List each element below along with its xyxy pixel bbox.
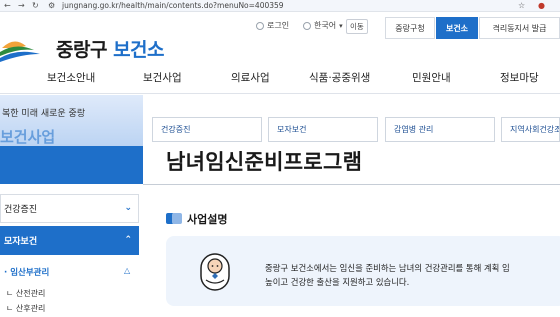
- description-line-1: 중랑구 보건소에서는 임신을 준비하는 남녀의 건강관리를 통해 계획 임: [265, 263, 510, 273]
- sidebar-item-maternal-child-health[interactable]: 모자보건 ⌃: [0, 226, 139, 255]
- sidebar-sub-prenatal-care[interactable]: ㄴ 산전관리: [6, 288, 45, 299]
- reload-icon[interactable]: ↻: [32, 1, 39, 10]
- content-tab-maternal-child[interactable]: 모자보건: [268, 117, 378, 142]
- section-bullet-icon: [166, 213, 182, 224]
- sidebar-item-label: 모자보건: [4, 237, 38, 247]
- login-label: 로그인: [267, 21, 290, 30]
- site-info-icon[interactable]: ⚙: [48, 1, 55, 10]
- sidebar-item-health-promotion[interactable]: 건강증진 ⌄: [0, 194, 139, 223]
- gnb-medical-projects[interactable]: 의료사업: [231, 70, 270, 85]
- back-icon[interactable]: ←: [4, 1, 11, 10]
- logo-sub: 보건소: [113, 39, 165, 61]
- sidebar-sub-postnatal-care[interactable]: ㄴ 산후관리: [6, 303, 45, 314]
- sidebar-hero: 복한 미래 새로운 중랑 보건사업: [0, 95, 143, 146]
- content-tab-health-promotion[interactable]: 건강증진: [152, 117, 262, 142]
- bookmark-star-icon[interactable]: ☆: [518, 1, 525, 10]
- baby-icon: [200, 253, 230, 291]
- chevron-down-icon: ▾: [339, 21, 343, 30]
- sidebar-item-label: 건강증진: [4, 205, 38, 215]
- globe-icon: [303, 21, 311, 30]
- language-go-button[interactable]: 이동: [346, 19, 368, 34]
- forward-icon[interactable]: →: [18, 1, 25, 10]
- gnb-health-projects[interactable]: 보건사업: [143, 70, 182, 85]
- language-select[interactable]: 한국어 ▾: [303, 20, 343, 31]
- content-tab-community-health[interactable]: 지역사회건강조: [501, 117, 560, 142]
- sidebar-title-bar: [0, 146, 143, 184]
- sidebar-slogan: 복한 미래 새로운 중랑: [2, 109, 86, 119]
- language-label: 한국어: [314, 21, 337, 30]
- login-link[interactable]: 로그인: [256, 20, 289, 31]
- content-tab-infectious-disease[interactable]: 감염병 관리: [385, 117, 495, 142]
- chevron-up-icon: ⌃: [124, 235, 132, 245]
- gnb-info-square[interactable]: 정보마당: [500, 70, 539, 85]
- description-line-2: 높이고 건강한 출산을 지원하고 있습니다.: [265, 277, 410, 287]
- top-tab-jungnang-gu[interactable]: 중랑구청: [385, 17, 435, 39]
- gnb-civil-services[interactable]: 민원안내: [412, 70, 451, 85]
- site-logo[interactable]: 중랑구 보건소: [56, 35, 165, 62]
- top-tab-certificate[interactable]: 격리동지서 발급: [479, 17, 560, 39]
- page-title: 남녀임신준비프로그램: [166, 150, 363, 174]
- sidebar-sub-pregnant-care[interactable]: · 임산부관리: [4, 266, 49, 278]
- chevron-down-icon: ⌄: [124, 203, 132, 213]
- description-text: 중랑구 보건소에서는 임신을 준비하는 남녀의 건강관리를 통해 계획 임 높이…: [265, 261, 510, 289]
- address-url[interactable]: jungnang.go.kr/health/main/contents.do?m…: [62, 1, 284, 10]
- gnb-food-hygiene[interactable]: 식품·공중위생: [309, 70, 370, 85]
- site-header: 중랑구 보건소 로그인 한국어 ▾ 이동 중랑구청 보건소 격리동지서 발급 보…: [0, 12, 560, 94]
- title-divider: [143, 184, 560, 185]
- logo-icon[interactable]: [0, 34, 48, 62]
- login-icon: [256, 21, 264, 30]
- browser-address-bar[interactable]: ← → ↻ ⚙ jungnang.go.kr/health/main/conte…: [0, 0, 560, 12]
- gnb-health-center-info[interactable]: 보건소안내: [47, 70, 95, 85]
- top-tab-health-center[interactable]: 보건소: [436, 17, 478, 39]
- section-title: 사업설명: [187, 213, 228, 226]
- chevron-up-icon: △: [124, 266, 131, 275]
- sidebar-faded-title: 보건사업: [0, 128, 56, 146]
- logo-name: 중랑구: [56, 39, 107, 61]
- extension-icon[interactable]: ●: [538, 1, 545, 10]
